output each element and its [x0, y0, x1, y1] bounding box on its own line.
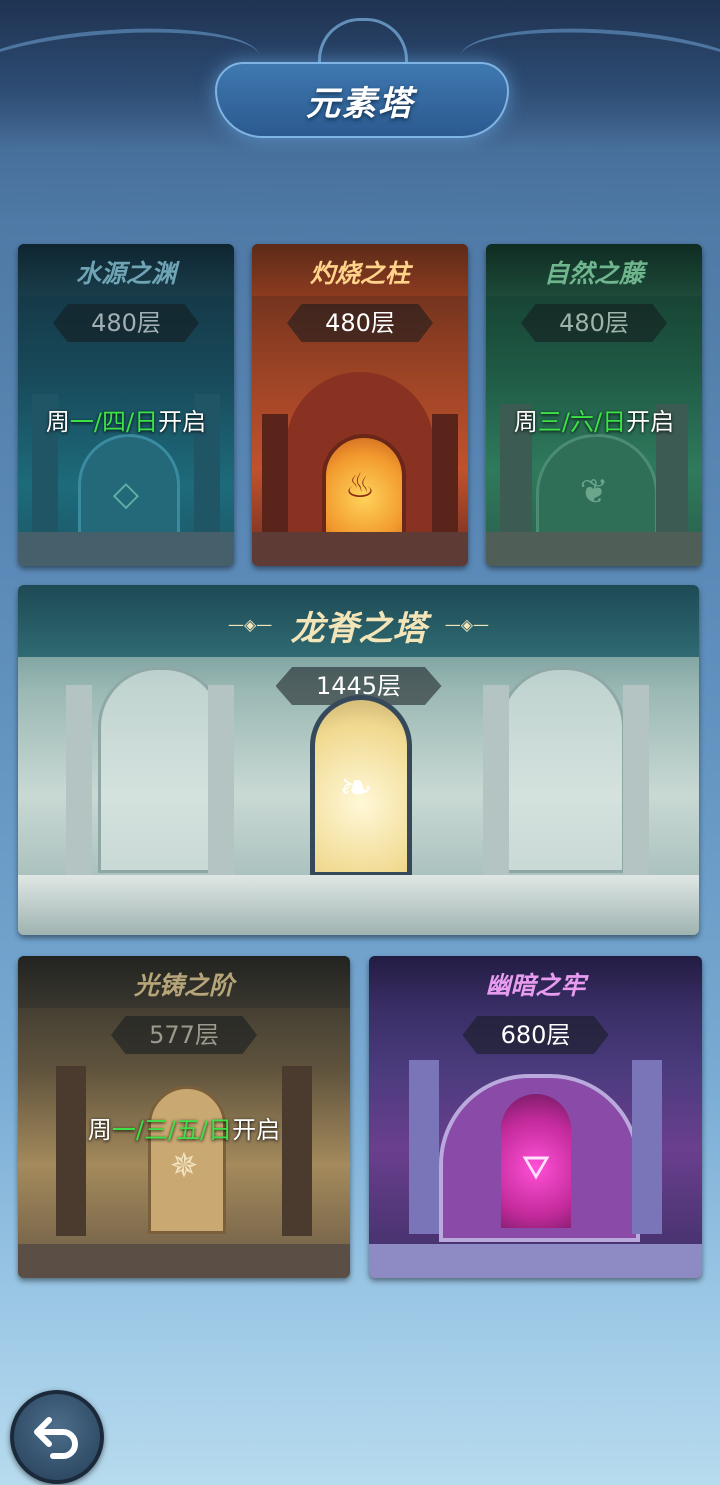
leaf-emblem-icon: ❧ — [339, 765, 373, 811]
back-button[interactable] — [10, 1390, 104, 1484]
tower-name: 水源之渊 — [75, 259, 176, 288]
tower-name: 灼烧之柱 — [309, 259, 410, 288]
tower-floor — [18, 875, 699, 935]
tower-card-fire[interactable]: 灼烧之柱 480层 ♨ — [252, 244, 468, 566]
tower-card-water[interactable]: 水源之渊 480层 ◇ 周一/四/日开启 — [18, 244, 234, 566]
floor-count: 680层 — [462, 1016, 609, 1054]
tower-card-nature[interactable]: 自然之藤 480层 ❦ 周三/六/日开启 — [486, 244, 702, 566]
open-schedule: 周一/四/日开启 — [45, 408, 207, 436]
tower-floor — [18, 532, 234, 566]
side-arch — [98, 667, 224, 873]
tower-name: 光铸之阶 — [133, 971, 234, 1000]
banner-crest — [318, 18, 408, 67]
open-schedule: 周一/三/五/日开启 — [87, 1116, 281, 1144]
light-emblem-icon: ✵ — [169, 1146, 199, 1186]
tower-name: 龙脊之塔 — [290, 609, 427, 649]
nature-emblem-icon: ❦ — [579, 472, 609, 512]
water-emblem-icon: ◇ — [112, 474, 140, 514]
tower-card-light[interactable]: 光铸之阶 577层 ✵ 周一/三/五/日开启 — [18, 956, 350, 1278]
tower-floor — [252, 532, 468, 566]
pillar-left — [56, 1066, 86, 1236]
tower-floor — [369, 1244, 702, 1278]
tower-name: 自然之藤 — [543, 259, 644, 288]
pillar-right — [632, 1060, 662, 1234]
pillar-right — [282, 1066, 312, 1236]
page-title: 元素塔 — [306, 84, 414, 124]
floor-count: 480层 — [287, 304, 433, 342]
pillar-left — [409, 1060, 439, 1234]
open-schedule: 周三/六/日开启 — [513, 408, 675, 436]
floor-count: 577层 — [111, 1016, 257, 1054]
side-arch — [499, 667, 625, 873]
tower-floor — [18, 1244, 350, 1278]
tower-card-dragon[interactable]: —◈— —◈— 龙脊之塔 1445层 ❧ — [18, 585, 699, 935]
header-banner — [0, 0, 720, 150]
dark-emblem-icon: ⛛ — [521, 1148, 551, 1188]
tower-card-dark[interactable]: 幽暗之牢 680层 ⛛ — [369, 956, 702, 1278]
floor-count: 480层 — [53, 304, 199, 342]
tower-name: 幽暗之牢 — [485, 971, 586, 1000]
tower-floor — [486, 532, 702, 566]
floor-count: 480层 — [521, 304, 667, 342]
back-arrow-icon — [34, 1417, 78, 1459]
fire-emblem-icon: ♨ — [344, 466, 376, 506]
